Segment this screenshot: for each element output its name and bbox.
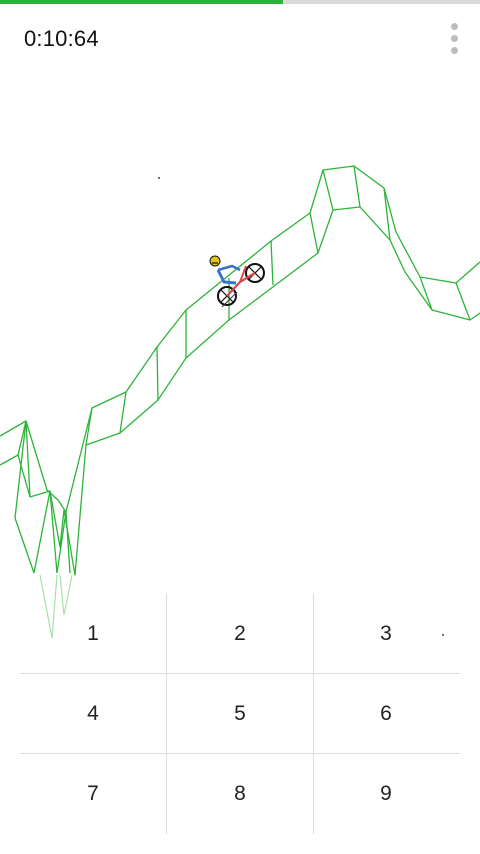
track-brace — [56, 511, 67, 574]
key-4[interactable]: 4 — [20, 674, 166, 754]
track-brace — [309, 212, 319, 254]
level-progress-track — [0, 0, 480, 4]
more-vert-icon-dot — [450, 34, 458, 42]
key-7[interactable]: 7 — [20, 754, 166, 834]
track-brace — [322, 169, 334, 211]
key-5[interactable]: 5 — [167, 674, 313, 754]
key-8[interactable]: 8 — [167, 754, 313, 834]
game-screen: 0:10:64 1 2 3 4 5 6 7 8 9 — [0, 0, 480, 854]
key-9[interactable]: 9 — [313, 754, 459, 834]
key-2[interactable]: 2 — [167, 594, 313, 674]
track-brace — [14, 517, 35, 574]
key-1[interactable]: 1 — [20, 594, 166, 674]
track-brace — [156, 346, 159, 401]
track-brace — [49, 490, 58, 574]
level-progress-fill — [0, 0, 284, 4]
track — [0, 165, 480, 576]
more-vert-icon — [450, 22, 458, 30]
track-brace — [419, 276, 433, 311]
control-keypad: 1 2 3 4 5 6 7 8 9 — [20, 593, 460, 834]
track-upper-edge — [0, 165, 480, 513]
track-brace — [119, 391, 127, 434]
track-lower-edge — [0, 206, 480, 576]
track-brace — [33, 490, 51, 574]
race-timer: 0:10:64 — [24, 26, 99, 51]
key-3[interactable]: 3 — [313, 594, 459, 674]
track-brace — [14, 420, 27, 519]
more-options-button[interactable] — [442, 20, 466, 56]
track-brace — [383, 187, 391, 241]
key-6[interactable]: 6 — [313, 674, 459, 754]
track-brace — [455, 282, 471, 321]
track-brace — [353, 165, 361, 208]
track-brace — [270, 240, 274, 286]
more-vert-icon-dot — [450, 46, 458, 54]
debris-dot — [158, 177, 160, 179]
